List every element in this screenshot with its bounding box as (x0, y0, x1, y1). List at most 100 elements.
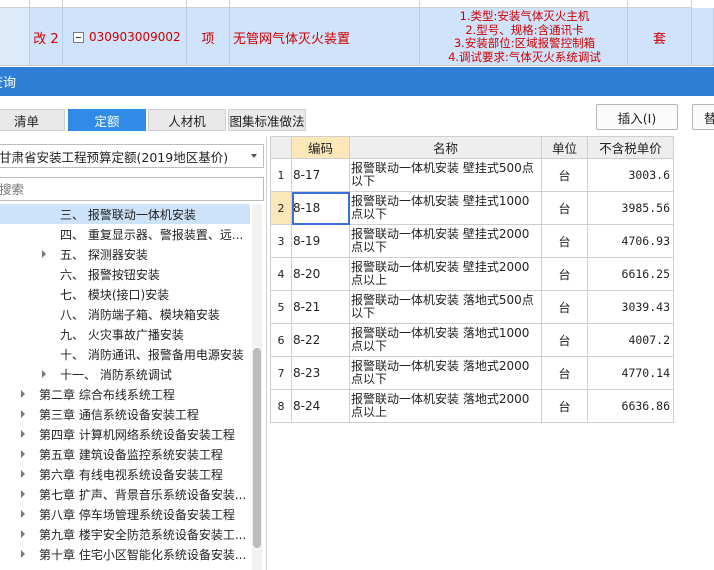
quota-price[interactable]: 4770.14 (587, 356, 674, 390)
quota-name[interactable]: 报警联动一体机安装 壁挂式2000点以上 (349, 257, 542, 291)
quota-price[interactable]: 3003.6 (587, 158, 674, 192)
quota-row[interactable]: 8 8-24 报警联动一体机安装 落地式2000点以上台 6636.86 (270, 389, 674, 423)
row-number[interactable]: 1 (270, 158, 292, 192)
quota-unit[interactable]: 台 (541, 224, 588, 258)
tree-item[interactable]: 第七章 扩声、背景音乐系统设备安装... (0, 484, 250, 504)
tree-item[interactable]: 第三章 通信系统设备安装工程 (0, 404, 250, 424)
row-number[interactable]: 3 (270, 224, 292, 258)
quota-code[interactable]: 8-17 (291, 158, 350, 192)
chevron-down-icon[interactable] (251, 154, 257, 158)
quota-unit[interactable]: 台 (541, 158, 588, 192)
row-features: 1.类型:安装气体灭火主机 2.型号、规格:含通讯卡 3.安装部位:区域报警控制… (420, 8, 628, 65)
tab-labor-material[interactable]: 人材机 (148, 109, 226, 131)
col-header-price[interactable]: 不含税单价 (587, 136, 674, 159)
quota-row[interactable]: 3 8-19 报警联动一体机安装 壁挂式2000点以下台 4706.93 (270, 224, 674, 258)
quota-name[interactable]: 报警联动一体机安装 壁挂式1000点以下 (349, 191, 542, 225)
tree-item[interactable]: 四、 重复显示器、警报装置、远... (0, 224, 250, 244)
quota-library-select[interactable]: 甘肃省安装工程预算定额(2019地区基价) (0, 144, 264, 168)
tree-item[interactable]: 第十章 住宅小区智能化系统设备安装... (0, 544, 250, 564)
tree-item[interactable]: 第五章 建筑设备监控系统安装工程 (0, 444, 250, 464)
expand-triangle-icon[interactable] (21, 390, 25, 398)
feature-line: 1.类型:安装气体灭火主机 (459, 9, 590, 23)
quota-code[interactable]: 8-19 (291, 224, 350, 258)
header-stub (628, 0, 692, 8)
col-header-unit[interactable]: 单位 (541, 136, 588, 159)
row-number[interactable]: 2 (270, 191, 292, 225)
quota-row[interactable]: 7 8-23 报警联动一体机安装 落地式2000点以下台 4770.14 (270, 356, 674, 390)
collapse-icon[interactable] (73, 31, 84, 43)
quota-price[interactable]: 4007.2 (587, 323, 674, 357)
quota-name[interactable]: 报警联动一体机安装 落地式2000点以下 (349, 356, 542, 390)
tree-item[interactable]: 第八章 停车场管理系统设备安装工程 (0, 504, 250, 524)
tree-item[interactable]: 第九章 楼宇安全防范系统设备安装工... (0, 524, 250, 544)
tree-item[interactable]: 十一、 消防系统调试 (0, 364, 250, 384)
quota-name[interactable]: 报警联动一体机安装 壁挂式2000点以下 (349, 224, 542, 258)
insert-button[interactable]: 插入(I) (596, 104, 678, 130)
expand-triangle-icon[interactable] (42, 370, 46, 378)
quota-unit[interactable]: 台 (541, 323, 588, 357)
expand-triangle-icon[interactable] (21, 490, 25, 498)
tree-item[interactable]: 九、 火灾事故广播安装 (0, 324, 250, 344)
pane-splitter[interactable] (266, 136, 267, 570)
expand-triangle-icon[interactable] (21, 530, 25, 538)
col-header-code[interactable]: 编码 (291, 136, 350, 159)
expand-triangle-icon[interactable] (21, 470, 25, 478)
quota-row[interactable]: 2 8-18 报警联动一体机安装 壁挂式1000点以下台 3985.56 (270, 191, 674, 225)
quota-name[interactable]: 报警联动一体机安装 落地式1000点以下 (349, 323, 542, 357)
search-input[interactable] (0, 177, 264, 201)
tree-item[interactable]: 三、 报警联动一体机安装 (0, 204, 250, 224)
quota-price[interactable]: 3039.43 (587, 290, 674, 324)
quota-unit[interactable]: 台 (541, 191, 588, 225)
expand-triangle-icon[interactable] (21, 550, 25, 558)
quota-name[interactable]: 报警联动一体机安装 落地式2000点以上 (349, 389, 542, 423)
tree-item[interactable]: 第二章 综合布线系统工程 (0, 384, 250, 404)
scrollbar-thumb[interactable] (253, 348, 261, 548)
expand-triangle-icon[interactable] (42, 250, 46, 258)
tree-item[interactable]: 六、 报警按钮安装 (0, 264, 250, 284)
tree-item[interactable]: 七、 模块(接口)安装 (0, 284, 250, 304)
row-number[interactable]: 5 (270, 290, 292, 324)
quota-code[interactable]: 8-21 (291, 290, 350, 324)
tree-item[interactable]: 八、 消防端子箱、模块箱安装 (0, 304, 250, 324)
row-number[interactable]: 7 (270, 356, 292, 390)
quota-unit[interactable]: 台 (541, 257, 588, 291)
quota-name[interactable]: 报警联动一体机安装 落地式500点以下 (349, 290, 542, 324)
tab-bill[interactable]: 清单 (0, 109, 65, 131)
expand-triangle-icon[interactable] (21, 410, 25, 418)
quota-code[interactable]: 8-20 (291, 257, 350, 291)
quota-code[interactable]: 8-23 (291, 356, 350, 390)
tree-item[interactable]: 第四章 计算机网络系统设备安装工程 (0, 424, 250, 444)
col-header-name[interactable]: 名称 (349, 136, 542, 159)
tree-item[interactable]: 五、 探测器安装 (0, 244, 250, 264)
quota-row[interactable]: 5 8-21 报警联动一体机安装 落地式500点以下台 3039.43 (270, 290, 674, 324)
tree-scrollbar[interactable] (252, 204, 262, 570)
tab-atlas-standard[interactable]: 图集标准做法 (228, 109, 306, 131)
quota-code[interactable]: 8-18 (291, 191, 350, 225)
bill-row[interactable]: 改 2 030903009002 项 无管网气体灭火装置 1.类型:安装气体灭火… (0, 8, 714, 65)
quota-row[interactable]: 4 8-20 报警联动一体机安装 壁挂式2000点以上台 6616.25 (270, 257, 674, 291)
quota-row[interactable]: 6 8-22 报警联动一体机安装 落地式1000点以下台 4007.2 (270, 323, 674, 357)
quota-code[interactable]: 8-24 (291, 389, 350, 423)
row-number[interactable]: 8 (270, 389, 292, 423)
tab-quota[interactable]: 定额 (68, 109, 146, 131)
tree-item[interactable]: 十、 消防通讯、报警备用电源安装 (0, 344, 250, 364)
query-dialog-titlebar[interactable]: 查询 (0, 67, 714, 96)
quota-price[interactable]: 6616.25 (587, 257, 674, 291)
expand-triangle-icon[interactable] (21, 510, 25, 518)
quota-price[interactable]: 4706.93 (587, 224, 674, 258)
quota-name[interactable]: 报警联动一体机安装 壁挂式500点以下 (349, 158, 542, 192)
quota-row[interactable]: 1 8-17 报警联动一体机安装 壁挂式500点以下台 3003.6 (270, 158, 674, 192)
row-number[interactable]: 6 (270, 323, 292, 357)
quota-unit[interactable]: 台 (541, 389, 588, 423)
expand-triangle-icon[interactable] (21, 450, 25, 458)
quota-code[interactable]: 8-22 (291, 323, 350, 357)
quota-price[interactable]: 6636.86 (587, 389, 674, 423)
tree-item[interactable]: 第六章 有线电视系统设备安装工程 (0, 464, 250, 484)
row-code-cell[interactable]: 030903009002 (63, 8, 187, 65)
expand-triangle-icon[interactable] (21, 430, 25, 438)
replace-button[interactable]: 替 (692, 104, 714, 130)
quota-unit[interactable]: 台 (541, 356, 588, 390)
quota-price[interactable]: 3985.56 (587, 191, 674, 225)
row-number[interactable]: 4 (270, 257, 292, 291)
quota-unit[interactable]: 台 (541, 290, 588, 324)
